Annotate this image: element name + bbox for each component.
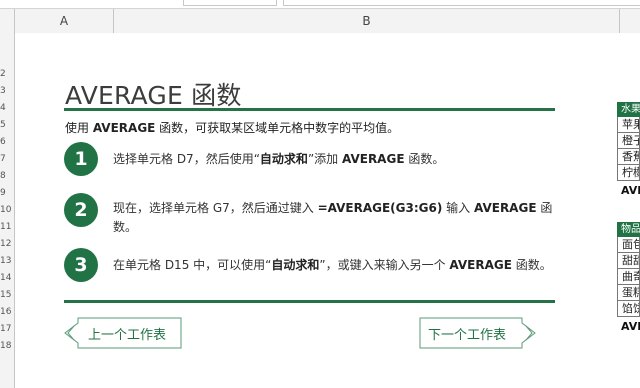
page-title: AVERAGE 函数: [65, 81, 242, 110]
step-text-fragment: 在单元格 D15 中，可以使用“: [113, 258, 272, 272]
previous-sheet-label: 上一个工作表: [88, 328, 167, 343]
intro-suffix: 函数，可获取某区域单元格中数字的平均值。: [155, 121, 400, 135]
table-cell[interactable]: 香蕉: [617, 149, 640, 165]
row-number[interactable]: 2: [0, 69, 13, 79]
row-number[interactable]: 15: [0, 290, 13, 300]
fruit-table-header[interactable]: 水果: [617, 102, 640, 117]
row-number[interactable]: 10: [0, 205, 13, 215]
row-number[interactable]: 13: [0, 256, 13, 266]
step-text-fragment: 函数。: [511, 258, 552, 272]
row-number[interactable]: 5: [0, 120, 13, 130]
table-cell[interactable]: 馅饼: [617, 301, 640, 317]
next-sheet-label: 下一个工作表: [428, 328, 507, 343]
step-text-fragment: 选择单元格 D7，然后使用“: [113, 152, 260, 166]
column-header-b[interactable]: B: [114, 9, 620, 33]
intro-text: 使用 AVERAGE 函数，可获取某区域单元格中数字的平均值。: [65, 119, 399, 136]
step-text-fragment: AVERAGE: [473, 201, 537, 215]
tab-fragment[interactable]: [183, 0, 277, 6]
table-cell[interactable]: 曲奇: [617, 269, 640, 285]
table-cell[interactable]: 蛋糕: [617, 285, 640, 301]
step-3-badge: 3: [64, 248, 98, 282]
row-header-bar: 2 3 4 5 6 7 8 9 10 11 12 13 14 15 16 17 18: [0, 33, 15, 388]
row-number[interactable]: 6: [0, 137, 13, 147]
row-number[interactable]: 8: [0, 171, 13, 181]
step-1-text: 选择单元格 D7，然后使用“自动求和”添加 AVERAGE 函数。: [113, 150, 583, 169]
step-3-text: 在单元格 D15 中，可以使用“自动求和”，或键入来输入另一个 AVERAGE …: [113, 256, 593, 275]
step-text-fragment: AVERAGE: [449, 258, 512, 272]
step-2-text: 现在，选择单元格 G7，然后通过键入 =AVERAGE(G3:G6) 输入 AV…: [113, 199, 553, 237]
row-number[interactable]: 11: [0, 222, 13, 232]
top-strip: [0, 0, 640, 6]
table-cell[interactable]: 柠檬: [617, 165, 640, 181]
step-text-fragment: 自动求和: [271, 258, 320, 272]
row-number[interactable]: 9: [0, 188, 13, 198]
table-cell[interactable]: 橙子: [617, 133, 640, 149]
row-number[interactable]: 3: [0, 86, 13, 96]
step-text-fragment: ”添加: [307, 152, 342, 166]
fruit-table-average-label[interactable]: AVERAGE: [621, 184, 640, 197]
row-number[interactable]: 4: [0, 103, 13, 113]
row-number[interactable]: 7: [0, 154, 13, 164]
row-number[interactable]: 18: [0, 341, 13, 351]
column-header-a[interactable]: A: [15, 9, 114, 33]
table-cell[interactable]: 苹果: [617, 117, 640, 133]
intro-function: AVERAGE: [92, 121, 156, 135]
intro-prefix: 使用: [65, 121, 93, 135]
step-1-badge: 1: [64, 142, 98, 176]
step-text-fragment: =AVERAGE(G3:G6): [317, 201, 443, 215]
column-header-bar: A B: [0, 8, 640, 34]
title-underline: [64, 108, 555, 111]
row-number[interactable]: 16: [0, 307, 13, 317]
table-cell[interactable]: 甜甜圈: [617, 253, 640, 269]
step-text-fragment: 现在，选择单元格 G7，然后通过键入: [113, 201, 318, 215]
table-cell[interactable]: 面包: [617, 237, 640, 253]
previous-sheet-button[interactable]: 上一个工作表: [64, 317, 182, 349]
row-number[interactable]: 17: [0, 324, 13, 334]
items-table-header[interactable]: 物品: [617, 222, 640, 237]
row-number[interactable]: 14: [0, 273, 13, 283]
tab-fragment: [283, 0, 640, 6]
step-2-badge: 2: [64, 193, 98, 227]
select-all-corner[interactable]: [0, 9, 15, 33]
section-divider: [64, 300, 555, 303]
step-text-fragment: 输入: [442, 201, 474, 215]
next-sheet-button[interactable]: 下一个工作表: [419, 317, 536, 349]
step-text-fragment: AVERAGE: [341, 152, 405, 166]
step-text-fragment: 自动求和: [259, 152, 308, 166]
step-text-fragment: ”，或键入来输入另一个: [319, 258, 450, 272]
items-table-average-label[interactable]: AVERAGE: [621, 320, 640, 333]
row-number[interactable]: 12: [0, 239, 13, 249]
step-text-fragment: 函数。: [404, 152, 445, 166]
